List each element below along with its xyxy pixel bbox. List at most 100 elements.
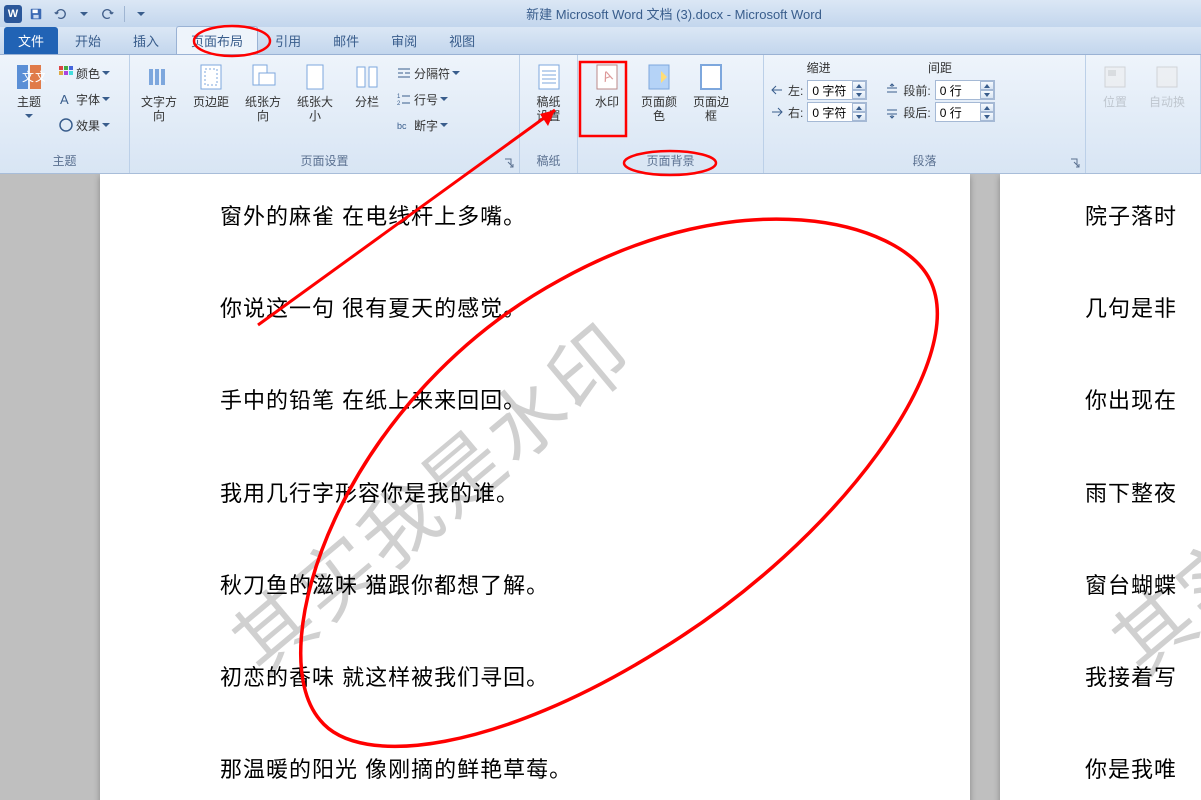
text-line[interactable]: 院子落时 [1085,194,1201,240]
text-line[interactable]: 你说这一句 很有夏天的感觉。 [220,286,890,332]
columns-icon [351,61,383,93]
text-line[interactable]: 你是我唯 [1085,747,1201,793]
writing-paper-icon [533,61,565,93]
text-line[interactable]: 窗外的麻雀 在电线杆上多嘴。 [220,194,890,240]
redo-icon[interactable] [98,4,118,24]
text-line[interactable]: 初恋的香味 就这样被我们寻回。 [220,655,890,701]
orientation-icon [247,61,279,93]
page-color-icon [643,61,675,93]
tab-review[interactable]: 审阅 [376,26,432,54]
group-writing-paper-label: 稿纸 [526,150,571,173]
tab-insert[interactable]: 插入 [118,26,174,54]
word-app-icon: W [4,5,22,23]
text-line[interactable]: 秋刀鱼的滋味 猫跟你都想了解。 [220,563,890,609]
margins-button[interactable]: 页边距 [188,59,234,111]
breaks-icon [396,65,412,81]
page-setup-launcher-icon[interactable] [503,157,515,169]
effects-icon [58,117,74,133]
group-writing-paper: 稿纸 设置 稿纸 [520,55,578,173]
margins-icon [195,61,227,93]
size-icon [299,61,331,93]
tab-page-layout[interactable]: 页面布局 [176,26,258,54]
qat-separator [124,6,125,22]
wrap-text-button: 自动换 [1144,59,1190,111]
tab-view[interactable]: 视图 [434,26,490,54]
theme-label: 主题 [17,95,41,123]
watermark-icon: A [591,61,623,93]
spacing-before-spinner[interactable] [980,81,994,99]
group-page-setup-label: 页面设置 [136,150,513,173]
indent-left-spinner[interactable] [852,81,866,99]
indent-header: 缩进 [770,59,867,76]
save-icon[interactable] [26,4,46,24]
breaks-button[interactable]: 分隔符 [396,61,460,85]
page-border-icon [695,61,727,93]
theme-fonts-button[interactable]: A字体 [58,87,110,111]
window-title: 新建 Microsoft Word 文档 (3).docx - Microsof… [151,4,1197,23]
tab-mailings[interactable]: 邮件 [318,26,374,54]
text-line[interactable]: 你出现在 [1085,378,1201,424]
group-arrange: 位置 自动换 [1086,55,1201,173]
line-numbers-button[interactable]: 12行号 [396,87,460,111]
svg-text:1: 1 [397,94,401,100]
text-direction-icon [143,61,175,93]
qat-customize-icon[interactable] [131,4,151,24]
group-theme-label: 主题 [6,150,123,173]
page-border-button[interactable]: 页面边框 [688,59,734,125]
watermark-button[interactable]: A水印 [584,59,630,111]
hyphenation-button[interactable]: bc断字 [396,113,460,137]
group-page-setup: 文字方向 页边距 纸张方向 纸张大小 分栏 分隔符 12行号 bc断字 页面设置 [130,55,520,173]
fonts-icon: A [58,91,74,107]
hyphenation-icon: bc [396,117,412,133]
document-page-2[interactable]: 其实我是水印 院子落时 几句是非 你出现在 雨下整夜 窗台蝴蝶 我接着写 你是我… [1000,174,1201,800]
quick-access-toolbar [26,4,151,24]
paragraph-launcher-icon[interactable] [1069,157,1081,169]
size-button[interactable]: 纸张大小 [292,59,338,125]
indent-left-icon [770,83,784,97]
indent-right-spinner[interactable] [852,103,866,121]
svg-text:A: A [60,92,69,107]
document-page-1[interactable]: 其实我是水印 窗外的麻雀 在电线杆上多嘴。 你说这一句 很有夏天的感觉。 手中的… [100,174,970,800]
text-line[interactable]: 手中的铅笔 在纸上来来回回。 [220,378,890,424]
page-2-content[interactable]: 院子落时 几句是非 你出现在 雨下整夜 窗台蝴蝶 我接着写 你是我唯 [1085,194,1201,800]
position-icon [1099,61,1131,93]
text-line[interactable]: 我接着写 [1085,655,1201,701]
position-button: 位置 [1092,59,1138,111]
line-numbers-icon: 12 [396,91,412,107]
indent-right-icon [770,105,784,119]
tab-references[interactable]: 引用 [260,26,316,54]
ribbon: 文文 主题 颜色 A字体 效果 主题 文字方向 页边距 纸张方向 纸张大小 分栏… [0,55,1201,174]
text-line[interactable]: 我用几行字形容你是我的谁。 [220,471,890,517]
text-line[interactable]: 窗台蝴蝶 [1085,563,1201,609]
page-color-button[interactable]: 页面颜色 [636,59,682,125]
theme-colors-button[interactable]: 颜色 [58,61,110,85]
ribbon-tabs: 文件 开始 插入 页面布局 引用 邮件 审阅 视图 [0,27,1201,55]
text-direction-button[interactable]: 文字方向 [136,59,182,125]
spacing-before-icon [885,83,899,97]
titlebar: W 新建 Microsoft Word 文档 (3).docx - Micros… [0,0,1201,27]
spacing-header: 间距 [885,59,994,76]
svg-text:文: 文 [22,69,34,84]
theme-icon: 文文 [13,61,45,93]
svg-text:bc: bc [397,121,407,131]
text-line[interactable]: 几句是非 [1085,286,1201,332]
theme-button[interactable]: 文文 主题 [6,59,52,125]
document-area[interactable]: 其实我是水印 窗外的麻雀 在电线杆上多嘴。 你说这一句 很有夏天的感觉。 手中的… [0,174,1201,800]
writing-paper-button[interactable]: 稿纸 设置 [526,59,571,125]
text-line[interactable]: 雨下整夜 [1085,471,1201,517]
wrap-text-icon [1151,61,1183,93]
svg-text:2: 2 [397,101,401,107]
undo-dropdown-icon[interactable] [74,4,94,24]
text-line[interactable]: 那温暖的阳光 像刚摘的鲜艳草莓。 [220,747,890,793]
group-paragraph: 缩进 左: 右: 间距 段前: 段后: 段落 [764,55,1086,173]
spacing-after-spinner[interactable] [980,103,994,121]
theme-effects-button[interactable]: 效果 [58,113,110,137]
tab-home[interactable]: 开始 [60,26,116,54]
columns-button[interactable]: 分栏 [344,59,390,111]
tab-file[interactable]: 文件 [4,27,58,54]
group-page-background-label: 页面背景 [584,150,757,173]
orientation-button[interactable]: 纸张方向 [240,59,286,125]
group-paragraph-label: 段落 [770,150,1079,173]
page-1-content[interactable]: 窗外的麻雀 在电线杆上多嘴。 你说这一句 很有夏天的感觉。 手中的铅笔 在纸上来… [220,194,890,800]
undo-icon[interactable] [50,4,70,24]
